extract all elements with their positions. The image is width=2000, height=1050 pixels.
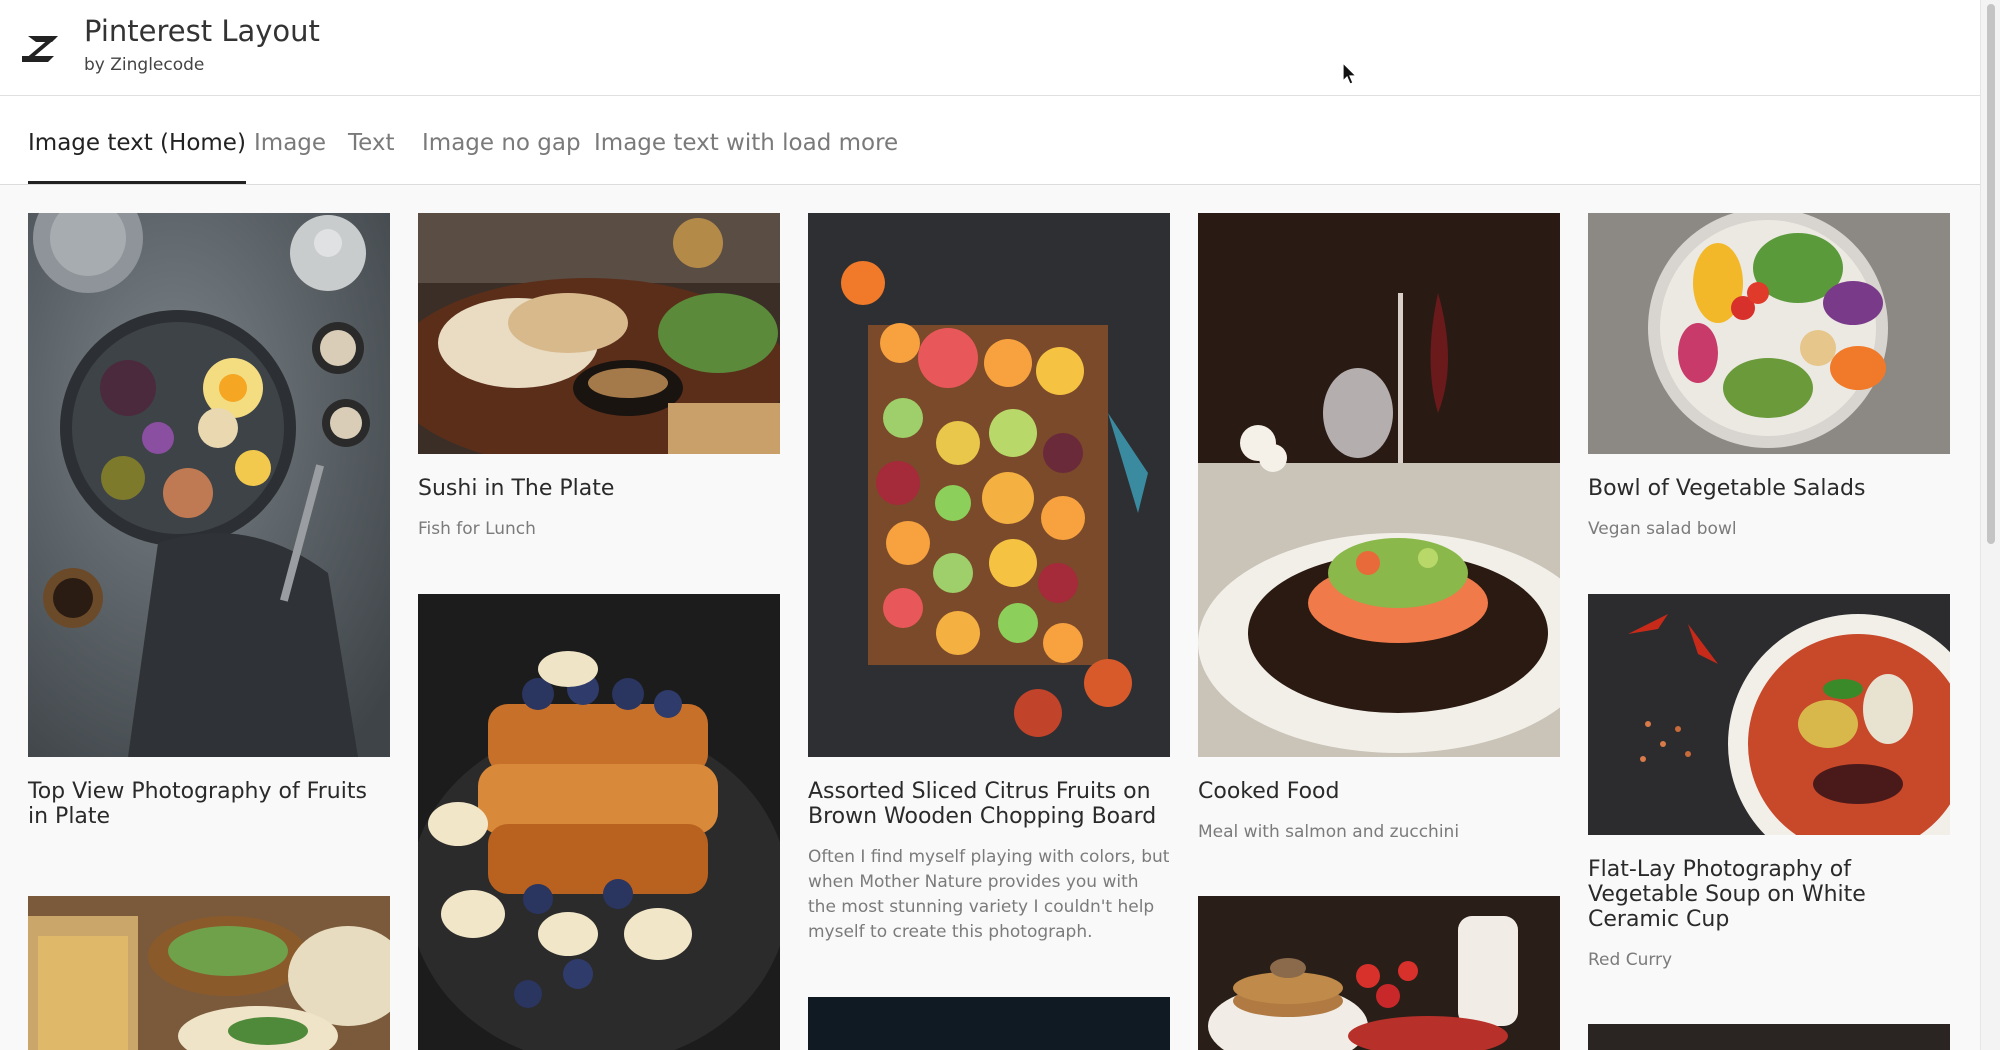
pancakes-strawberries-image[interactable] (1198, 896, 1560, 1050)
dark-food-image[interactable] (1588, 1024, 1950, 1050)
card-title[interactable]: Assorted Sliced Citrus Fruits on Brown W… (808, 779, 1170, 829)
pin-card[interactable]: Sushi in The Plate Fish for Lunch (418, 213, 780, 542)
tab-bar: Image text (Home) Image Text Image no ga… (0, 96, 1980, 185)
tab-text[interactable]: Text (348, 130, 395, 184)
vegetable-soup-image[interactable] (1588, 594, 1950, 835)
card-title[interactable]: Sushi in The Plate (418, 476, 780, 501)
pin-card[interactable] (808, 997, 1170, 1050)
zinglecode-logo-icon[interactable] (20, 30, 64, 66)
pin-card[interactable]: Bowl of Vegetable Salads Vegan salad bow… (1588, 213, 1950, 542)
fruit-platter-image[interactable] (28, 213, 390, 757)
salmon-dish-image[interactable] (1198, 213, 1560, 757)
tab-image-text-home[interactable]: Image text (Home) (28, 130, 246, 184)
tab-image[interactable]: Image (254, 130, 326, 184)
card-title[interactable]: Top View Photography of Fruits in Plate (28, 779, 390, 829)
card-subtitle: Fish for Lunch (418, 519, 536, 539)
pin-card[interactable] (1588, 1024, 1950, 1050)
card-title[interactable]: Cooked Food (1198, 779, 1560, 804)
tab-image-text-load-more[interactable]: Image text with load more (594, 130, 898, 184)
tab-image-no-gap[interactable]: Image no gap (422, 130, 581, 184)
card-subtitle: Often I find myself playing with colors,… (808, 847, 1170, 942)
pin-card[interactable] (1198, 896, 1560, 1050)
tacos-image[interactable] (28, 896, 390, 1050)
vegetable-salad-image[interactable] (1588, 213, 1950, 454)
app-header: Pinterest Layout by Zinglecode (0, 0, 1980, 96)
pin-card[interactable] (418, 594, 780, 1050)
pin-card[interactable]: Cooked Food Meal with salmon and zucchin… (1198, 213, 1560, 845)
card-subtitle: Meal with salmon and zucchini (1198, 822, 1460, 842)
scrollbar-thumb[interactable] (1987, 4, 1995, 544)
mouse-cursor-icon (1342, 62, 1358, 85)
page-scrollbar[interactable] (1980, 0, 2000, 1050)
pin-card[interactable]: Assorted Sliced Citrus Fruits on Brown W… (808, 213, 1170, 945)
pin-card[interactable]: Top View Photography of Fruits in Plate (28, 213, 390, 829)
french-toast-image[interactable] (418, 594, 780, 1050)
pin-card[interactable]: Flat-Lay Photography of Vegetable Soup o… (1588, 594, 1950, 973)
sushi-image[interactable] (418, 213, 780, 454)
dark-food-image[interactable] (808, 997, 1170, 1050)
pin-card[interactable] (28, 896, 390, 1050)
card-title[interactable]: Bowl of Vegetable Salads (1588, 476, 1950, 501)
card-title[interactable]: Flat-Lay Photography of Vegetable Soup o… (1588, 857, 1950, 932)
card-subtitle: Vegan salad bowl (1588, 519, 1737, 539)
card-subtitle: Red Curry (1588, 950, 1673, 970)
page-subtitle: by Zinglecode (84, 55, 205, 75)
page-title: Pinterest Layout (84, 14, 320, 48)
citrus-board-image[interactable] (808, 213, 1170, 757)
